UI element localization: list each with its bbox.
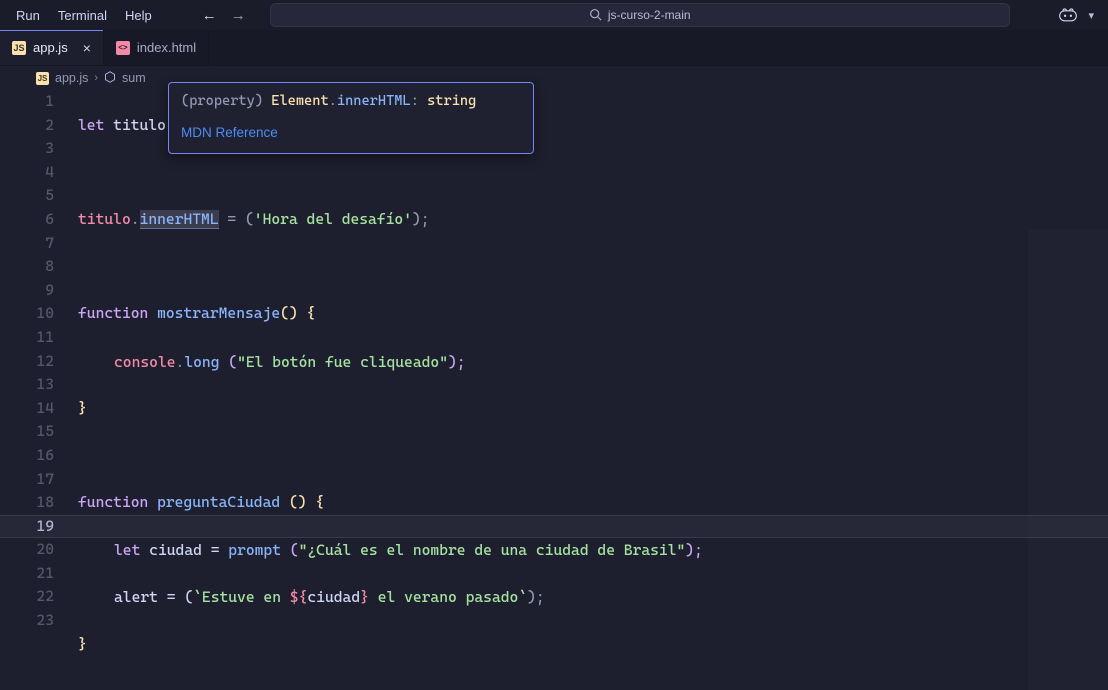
code-token: ); <box>448 353 466 371</box>
code-token: { <box>307 304 316 322</box>
code-token: preguntaCiudad <box>148 493 289 511</box>
mdn-reference-link[interactable]: MDN Reference <box>181 125 278 140</box>
menu-run[interactable]: Run <box>8 4 48 27</box>
nav-arrows: ← → <box>202 7 246 24</box>
code-token: 'Hora del desafío' <box>254 210 412 228</box>
breadcrumb-symbol: sum <box>122 71 146 85</box>
code-token: function <box>78 493 148 511</box>
tab-index-html[interactable]: <> index.html <box>104 30 209 65</box>
hover-text: innerHTML <box>337 93 411 109</box>
code-token: alert = ( <box>114 588 193 606</box>
search-icon <box>589 8 602 23</box>
breadcrumb[interactable]: JS app.js › sum <box>0 66 1108 90</box>
code-token: ( <box>281 541 299 559</box>
code-token: innerHTML <box>140 210 219 229</box>
tab-label: index.html <box>137 40 196 55</box>
code-token: ); <box>685 541 703 559</box>
code-area[interactable]: let titulo = document.querySelector('h1'… <box>78 90 1108 690</box>
js-file-icon: JS <box>36 72 49 85</box>
html-file-icon: <> <box>116 41 130 55</box>
code-token: . <box>176 353 185 371</box>
code-token: mostrarMensaje <box>148 304 280 322</box>
arrow-left-icon[interactable]: ← <box>202 7 217 24</box>
hover-text: string <box>427 93 476 109</box>
close-icon[interactable]: × <box>83 40 91 56</box>
code-token: long <box>184 353 219 371</box>
code-token: titulo <box>78 210 131 228</box>
code-token: el verano pasado` <box>369 588 527 606</box>
chevron-right-icon: › <box>94 72 98 84</box>
editor[interactable]: 1234 5678 9101112 13141516 17181920 2122… <box>0 90 1108 690</box>
code-token: () <box>280 304 306 322</box>
tab-app-js[interactable]: JS app.js × <box>0 30 104 65</box>
arrow-right-icon[interactable]: → <box>231 7 246 24</box>
command-center-text: js-curso-2-main <box>608 8 691 22</box>
command-center[interactable]: js-curso-2-main <box>270 3 1010 27</box>
code-token: let <box>78 116 104 134</box>
code-token: ); <box>412 210 430 228</box>
hover-tooltip: (property) Element.innerHTML: string MDN… <box>168 82 534 154</box>
scrollbar[interactable] <box>1095 180 1106 690</box>
code-token: = ( <box>219 210 254 228</box>
code-token: let <box>114 541 140 559</box>
code-token: prompt <box>228 541 281 559</box>
code-token: } <box>78 399 87 417</box>
copilot-icon[interactable] <box>1058 6 1078 24</box>
symbol-method-icon <box>104 71 116 86</box>
tab-label: app.js <box>33 40 68 55</box>
code-token: } <box>78 635 87 653</box>
code-token: ciudad <box>307 588 360 606</box>
code-token: . <box>131 210 140 228</box>
code-token: } <box>360 588 369 606</box>
menu-terminal[interactable]: Terminal <box>50 4 115 27</box>
tab-bar: JS app.js × <> index.html <box>0 30 1108 66</box>
code-token: () <box>289 493 315 511</box>
hover-text: (property) <box>181 93 271 109</box>
code-token: ); <box>527 588 545 606</box>
menu-bar: Run Terminal Help ← → js-curso-2-main ▾ <box>0 0 1108 30</box>
code-token: "¿Cuál es el nombre de una ciudad de Bra… <box>299 541 686 559</box>
code-token: function <box>78 304 148 322</box>
code-token: "El botón fue cliqueado" <box>237 353 448 371</box>
hover-text: . <box>329 93 337 109</box>
code-token: { <box>315 493 324 511</box>
breadcrumb-file: app.js <box>55 71 88 85</box>
hover-text: : <box>411 93 427 109</box>
code-token: ${ <box>290 588 308 606</box>
hover-signature: (property) Element.innerHTML: string <box>181 91 521 111</box>
code-token: ( <box>219 353 237 371</box>
code-token: console <box>114 353 176 371</box>
code-token: ciudad = <box>140 541 228 559</box>
code-token: `Estuve en <box>193 588 290 606</box>
js-file-icon: JS <box>12 41 26 55</box>
gutter: 1234 5678 9101112 13141516 17181920 2122… <box>0 90 78 690</box>
hover-text: Element <box>271 93 328 109</box>
menu-help[interactable]: Help <box>117 4 160 27</box>
chevron-down-icon[interactable]: ▾ <box>1088 9 1094 22</box>
